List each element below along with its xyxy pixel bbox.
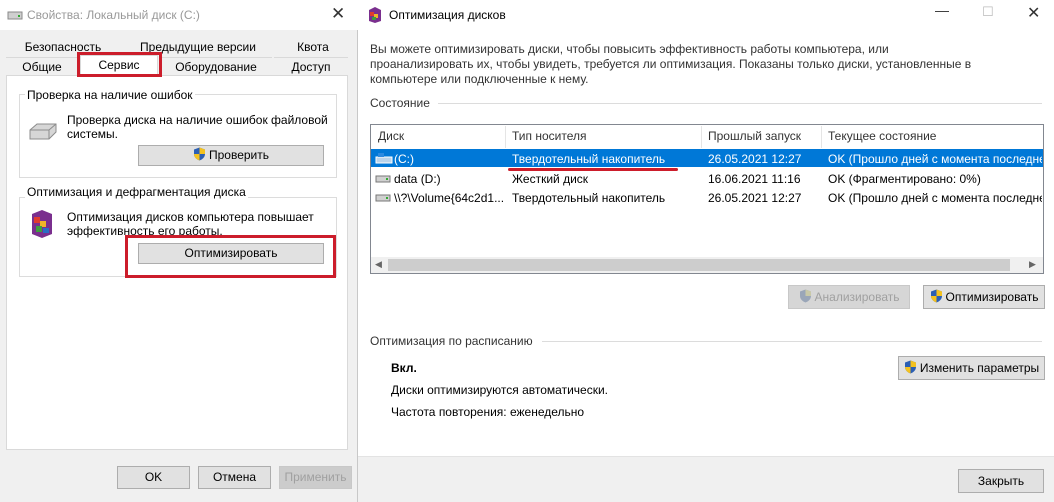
defrag-app-icon (369, 7, 381, 23)
check-button[interactable]: Проверить (138, 145, 324, 166)
disk-name: \\?\Volume{64c2d1... (394, 191, 505, 205)
tab-quota[interactable]: Квота (280, 38, 346, 56)
cancel-button[interactable]: Отмена (198, 466, 271, 489)
current-status: OK (Фрагментировано: 0%) (828, 172, 981, 186)
uac-shield-icon (193, 147, 205, 161)
footer-bar: Закрыть (358, 456, 1054, 502)
defrag-icon (32, 210, 52, 238)
column-header-status[interactable]: Текущее состояние (822, 126, 1042, 148)
column-header-last-run[interactable]: Прошлый запуск (702, 126, 822, 148)
group-title: Проверка на наличие ошибок (25, 88, 195, 102)
media-type: Жесткий диск (512, 172, 589, 186)
window-title: Свойства: Локальный диск (C:) (27, 8, 200, 22)
tab-sharing[interactable]: Доступ (274, 57, 348, 75)
tab-hardware[interactable]: Оборудование (160, 57, 272, 75)
minimize-icon[interactable]: — (935, 2, 949, 18)
highlight-service-tab (77, 52, 162, 77)
divider (438, 103, 1042, 104)
disk-name: data (D:) (394, 172, 441, 186)
hdd-drive-icon (375, 175, 391, 183)
apply-button[interactable]: Применить (279, 466, 352, 489)
hdd-drive-icon (375, 194, 391, 202)
schedule-line-auto: Диски оптимизируются автоматически. (391, 383, 609, 397)
ssd-drive-icon (375, 153, 393, 164)
error-check-description: Проверка диска на наличие ошибок файлово… (67, 113, 328, 141)
disk-properties-window: Свойства: Локальный диск (C:) ✕ Безопасн… (0, 0, 358, 502)
close-icon[interactable]: ✕ (1027, 3, 1040, 23)
title-bar: Свойства: Локальный диск (C:) ✕ (0, 0, 358, 30)
current-status: OK (Прошло дней с момента последне (828, 152, 1042, 166)
uac-shield-icon (904, 360, 916, 374)
uac-shield-icon (930, 289, 942, 303)
uac-shield-icon (799, 289, 811, 303)
column-header-media-type[interactable]: Тип носителя (506, 126, 702, 148)
current-status: OK (Прошло дней с момента последне (828, 191, 1042, 205)
change-settings-button[interactable]: Изменить параметры (898, 356, 1045, 380)
media-type: Твердотельный накопитель (512, 152, 666, 166)
close-icon[interactable]: ✕ (331, 4, 345, 24)
maximize-icon[interactable]: ☐ (982, 4, 994, 20)
state-label: Состояние (370, 96, 430, 110)
highlight-optimize-button (125, 235, 336, 278)
divider (542, 341, 1042, 342)
column-header-disk[interactable]: Диск (372, 126, 506, 148)
schedule-line-frequency: Частота повторения: еженедельно (391, 405, 585, 419)
optimize-button-label: Оптимизировать (945, 290, 1039, 304)
last-run: 26.05.2021 12:27 (708, 191, 802, 205)
window-title: Оптимизация дисков (389, 8, 506, 22)
schedule-title: Оптимизация по расписанию (370, 334, 533, 348)
tab-general[interactable]: Общие (6, 57, 78, 75)
disk-name: (C:) (394, 152, 414, 166)
horizontal-scrollbar[interactable]: ◀ ▶ (371, 257, 1043, 273)
last-run: 16.06.2021 11:16 (708, 172, 801, 186)
optimize-button[interactable]: Оптимизировать (923, 285, 1045, 309)
group-title: Оптимизация и дефрагментация диска (25, 185, 248, 199)
analyze-button[interactable]: Анализировать (788, 285, 910, 309)
optimize-description: Оптимизация дисков компьютера повышает э… (67, 210, 314, 238)
check-button-label: Проверить (208, 148, 269, 162)
last-run: 26.05.2021 12:27 (708, 152, 802, 166)
drive-icon (7, 11, 23, 20)
intro-text: Вы можете оптимизировать диски, чтобы по… (370, 42, 972, 86)
close-button[interactable]: Закрыть (958, 469, 1044, 493)
schedule-state: Вкл. (391, 361, 417, 375)
scrollbar-thumb[interactable] (388, 259, 1010, 271)
scroll-right-icon[interactable]: ▶ (1029, 259, 1036, 270)
ok-button[interactable]: OK (117, 466, 190, 489)
media-type: Твердотельный накопитель (512, 191, 666, 205)
analyze-button-label: Анализировать (814, 290, 900, 304)
change-settings-label: Изменить параметры (919, 361, 1040, 375)
scroll-left-icon[interactable]: ◀ (375, 259, 382, 270)
optimize-drives-window: Оптимизация дисков — ☐ ✕ Вы можете оптим… (358, 0, 1054, 502)
hard-drive-icon (29, 123, 57, 140)
